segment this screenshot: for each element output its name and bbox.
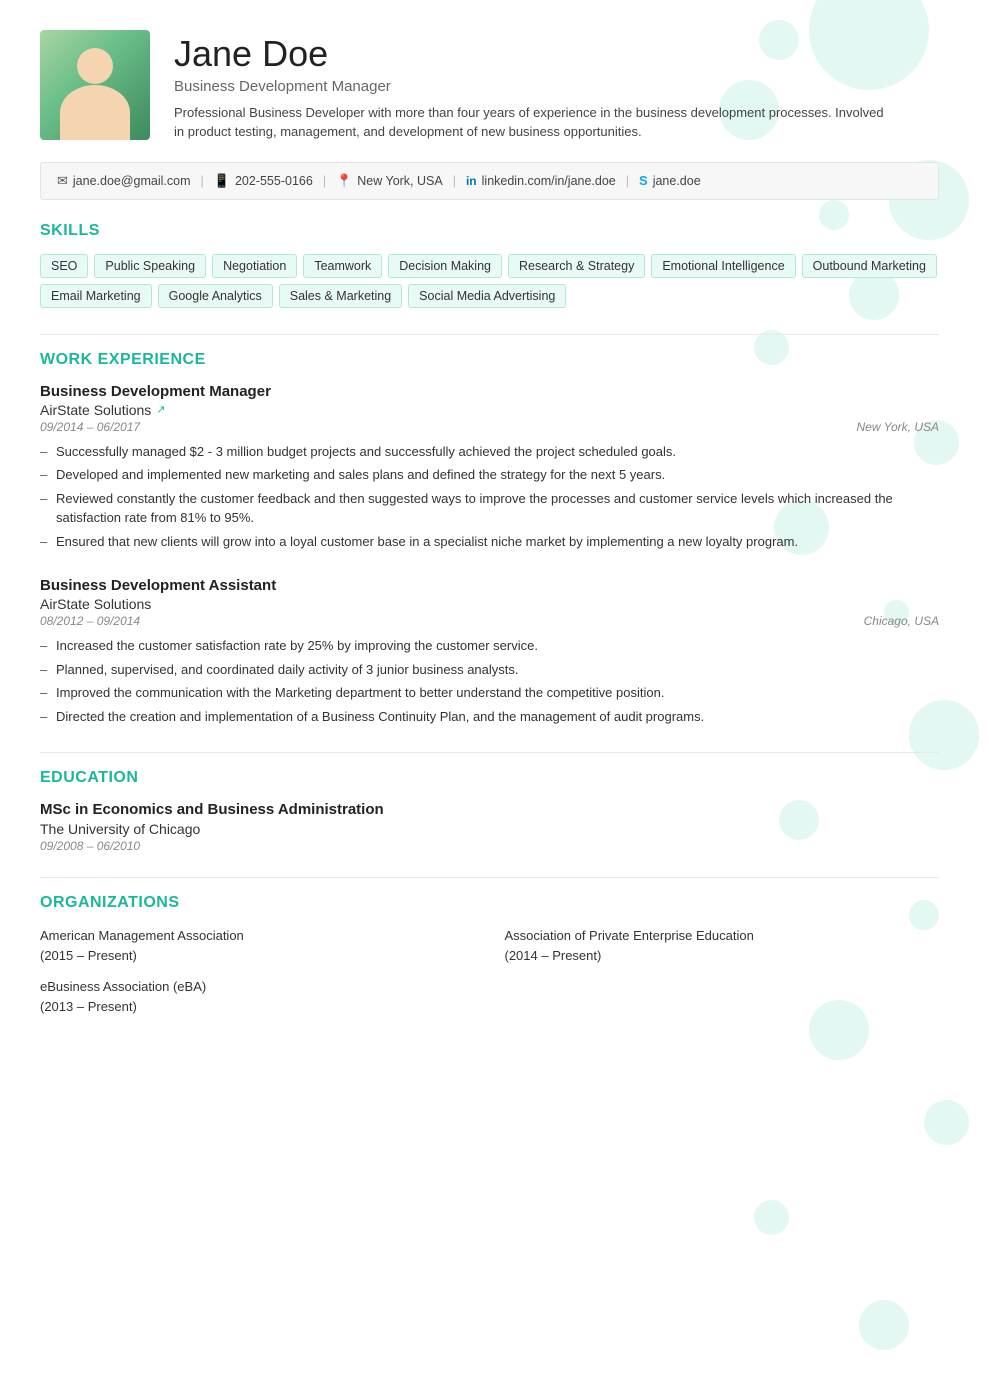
skill-tag: Google Analytics: [158, 284, 273, 308]
skill-tag: Social Media Advertising: [408, 284, 566, 308]
edu-school: The University of Chicago: [40, 821, 939, 837]
work-experience-section: WORK EXPERIENCE Business Development Man…: [40, 351, 939, 727]
phone-contact: 📱 202-555-0166: [214, 173, 313, 189]
linkedin-icon: in: [466, 174, 477, 188]
organizations-title: ORGANIZATIONS: [40, 894, 939, 912]
org-name: eBusiness Association (eBA): [40, 979, 206, 994]
sep-4: |: [626, 174, 629, 188]
org-name: American Management Association: [40, 928, 244, 943]
job-dates: 08/2012 – 09/2014: [40, 614, 140, 628]
location-icon: 📍: [336, 173, 352, 189]
skill-tag: Teamwork: [303, 254, 382, 278]
job-bullet: Successfully managed $2 - 3 million budg…: [40, 442, 939, 462]
skills-section: SKILLS SEOPublic SpeakingNegotiationTeam…: [40, 222, 939, 308]
org-period: (2014 – Present): [505, 948, 602, 963]
job-bullet: Planned, supervised, and coordinated dai…: [40, 660, 939, 680]
job-bullet: Increased the customer satisfaction rate…: [40, 636, 939, 656]
job-dates: 09/2014 – 06/2017: [40, 420, 140, 434]
job-title: Business Development Assistant: [40, 577, 939, 594]
edu-degree: MSc in Economics and Business Administra…: [40, 801, 939, 818]
job-entry: Business Development Manager AirState So…: [40, 383, 939, 552]
org-item: Association of Private Enterprise Educat…: [505, 926, 940, 965]
skills-title: SKILLS: [40, 222, 939, 240]
edu-container: MSc in Economics and Business Administra…: [40, 801, 939, 853]
education-entry: MSc in Economics and Business Administra…: [40, 801, 939, 853]
job-company: AirState Solutions ↗: [40, 402, 939, 418]
email-value: jane.doe@gmail.com: [73, 174, 191, 188]
job-bullet: Directed the creation and implementation…: [40, 707, 939, 727]
sep-1: |: [201, 174, 204, 188]
jobs-container: Business Development Manager AirState So…: [40, 383, 939, 727]
job-location: Chicago, USA: [864, 614, 939, 628]
job-meta: 09/2014 – 06/2017 New York, USA: [40, 420, 939, 434]
skill-tag: Emotional Intelligence: [651, 254, 795, 278]
job-bullets: Increased the customer satisfaction rate…: [40, 636, 939, 726]
phone-icon: 📱: [214, 173, 230, 189]
skype-value: jane.doe: [653, 174, 701, 188]
edu-dates: 09/2008 – 06/2010: [40, 839, 939, 853]
job-title: Business Development Manager: [40, 383, 939, 400]
organizations-section: ORGANIZATIONS American Management Associ…: [40, 894, 939, 1016]
email-contact: ✉ jane.doe@gmail.com: [57, 173, 191, 189]
skype-contact: S jane.doe: [639, 173, 701, 188]
job-bullet: Reviewed constantly the customer feedbac…: [40, 489, 939, 528]
skill-tag: Negotiation: [212, 254, 297, 278]
email-icon: ✉: [57, 173, 68, 189]
phone-value: 202-555-0166: [235, 174, 313, 188]
skill-tag: Public Speaking: [94, 254, 206, 278]
location-value: New York, USA: [357, 174, 442, 188]
org-period: (2013 – Present): [40, 999, 137, 1014]
job-bullets: Successfully managed $2 - 3 million budg…: [40, 442, 939, 552]
job-bullet: Ensured that new clients will grow into …: [40, 532, 939, 552]
work-title: WORK EXPERIENCE: [40, 351, 939, 369]
job-entry: Business Development Assistant AirState …: [40, 577, 939, 726]
skill-tag: Email Marketing: [40, 284, 152, 308]
job-bullet: Developed and implemented new marketing …: [40, 465, 939, 485]
skill-tag: Sales & Marketing: [279, 284, 402, 308]
org-name: Association of Private Enterprise Educat…: [505, 928, 754, 943]
candidate-summary: Professional Business Developer with mor…: [174, 103, 894, 142]
resume-page: Jane Doe Business Development Manager Pr…: [0, 0, 989, 1400]
external-link-icon: ↗: [156, 403, 165, 416]
skill-tag: Decision Making: [388, 254, 502, 278]
education-title: EDUCATION: [40, 769, 939, 787]
linkedin-contact: in linkedin.com/in/jane.doe: [466, 174, 616, 188]
job-company: AirState Solutions: [40, 596, 939, 612]
skills-tags-container: SEOPublic SpeakingNegotiationTeamworkDec…: [40, 254, 939, 308]
divider-1: [40, 334, 939, 335]
divider-2: [40, 752, 939, 753]
header-section: Jane Doe Business Development Manager Pr…: [40, 30, 939, 142]
education-section: EDUCATION MSc in Economics and Business …: [40, 769, 939, 853]
skype-icon: S: [639, 173, 648, 188]
avatar: [40, 30, 150, 140]
contact-bar: ✉ jane.doe@gmail.com | 📱 202-555-0166 | …: [40, 162, 939, 200]
header-info: Jane Doe Business Development Manager Pr…: [174, 30, 939, 142]
job-location: New York, USA: [857, 420, 939, 434]
location-contact: 📍 New York, USA: [336, 173, 443, 189]
job-meta: 08/2012 – 09/2014 Chicago, USA: [40, 614, 939, 628]
linkedin-value: linkedin.com/in/jane.doe: [482, 174, 616, 188]
divider-3: [40, 877, 939, 878]
skill-tag: SEO: [40, 254, 88, 278]
org-item: eBusiness Association (eBA) (2013 – Prese…: [40, 977, 475, 1016]
candidate-title: Business Development Manager: [174, 78, 939, 95]
org-container: American Management Association (2015 – P…: [40, 926, 939, 1016]
sep-2: |: [323, 174, 326, 188]
skill-tag: Research & Strategy: [508, 254, 645, 278]
org-period: (2015 – Present): [40, 948, 137, 963]
org-item: American Management Association (2015 – P…: [40, 926, 475, 965]
skill-tag: Outbound Marketing: [802, 254, 937, 278]
sep-3: |: [453, 174, 456, 188]
candidate-name: Jane Doe: [174, 34, 939, 74]
job-bullet: Improved the communication with the Mark…: [40, 683, 939, 703]
